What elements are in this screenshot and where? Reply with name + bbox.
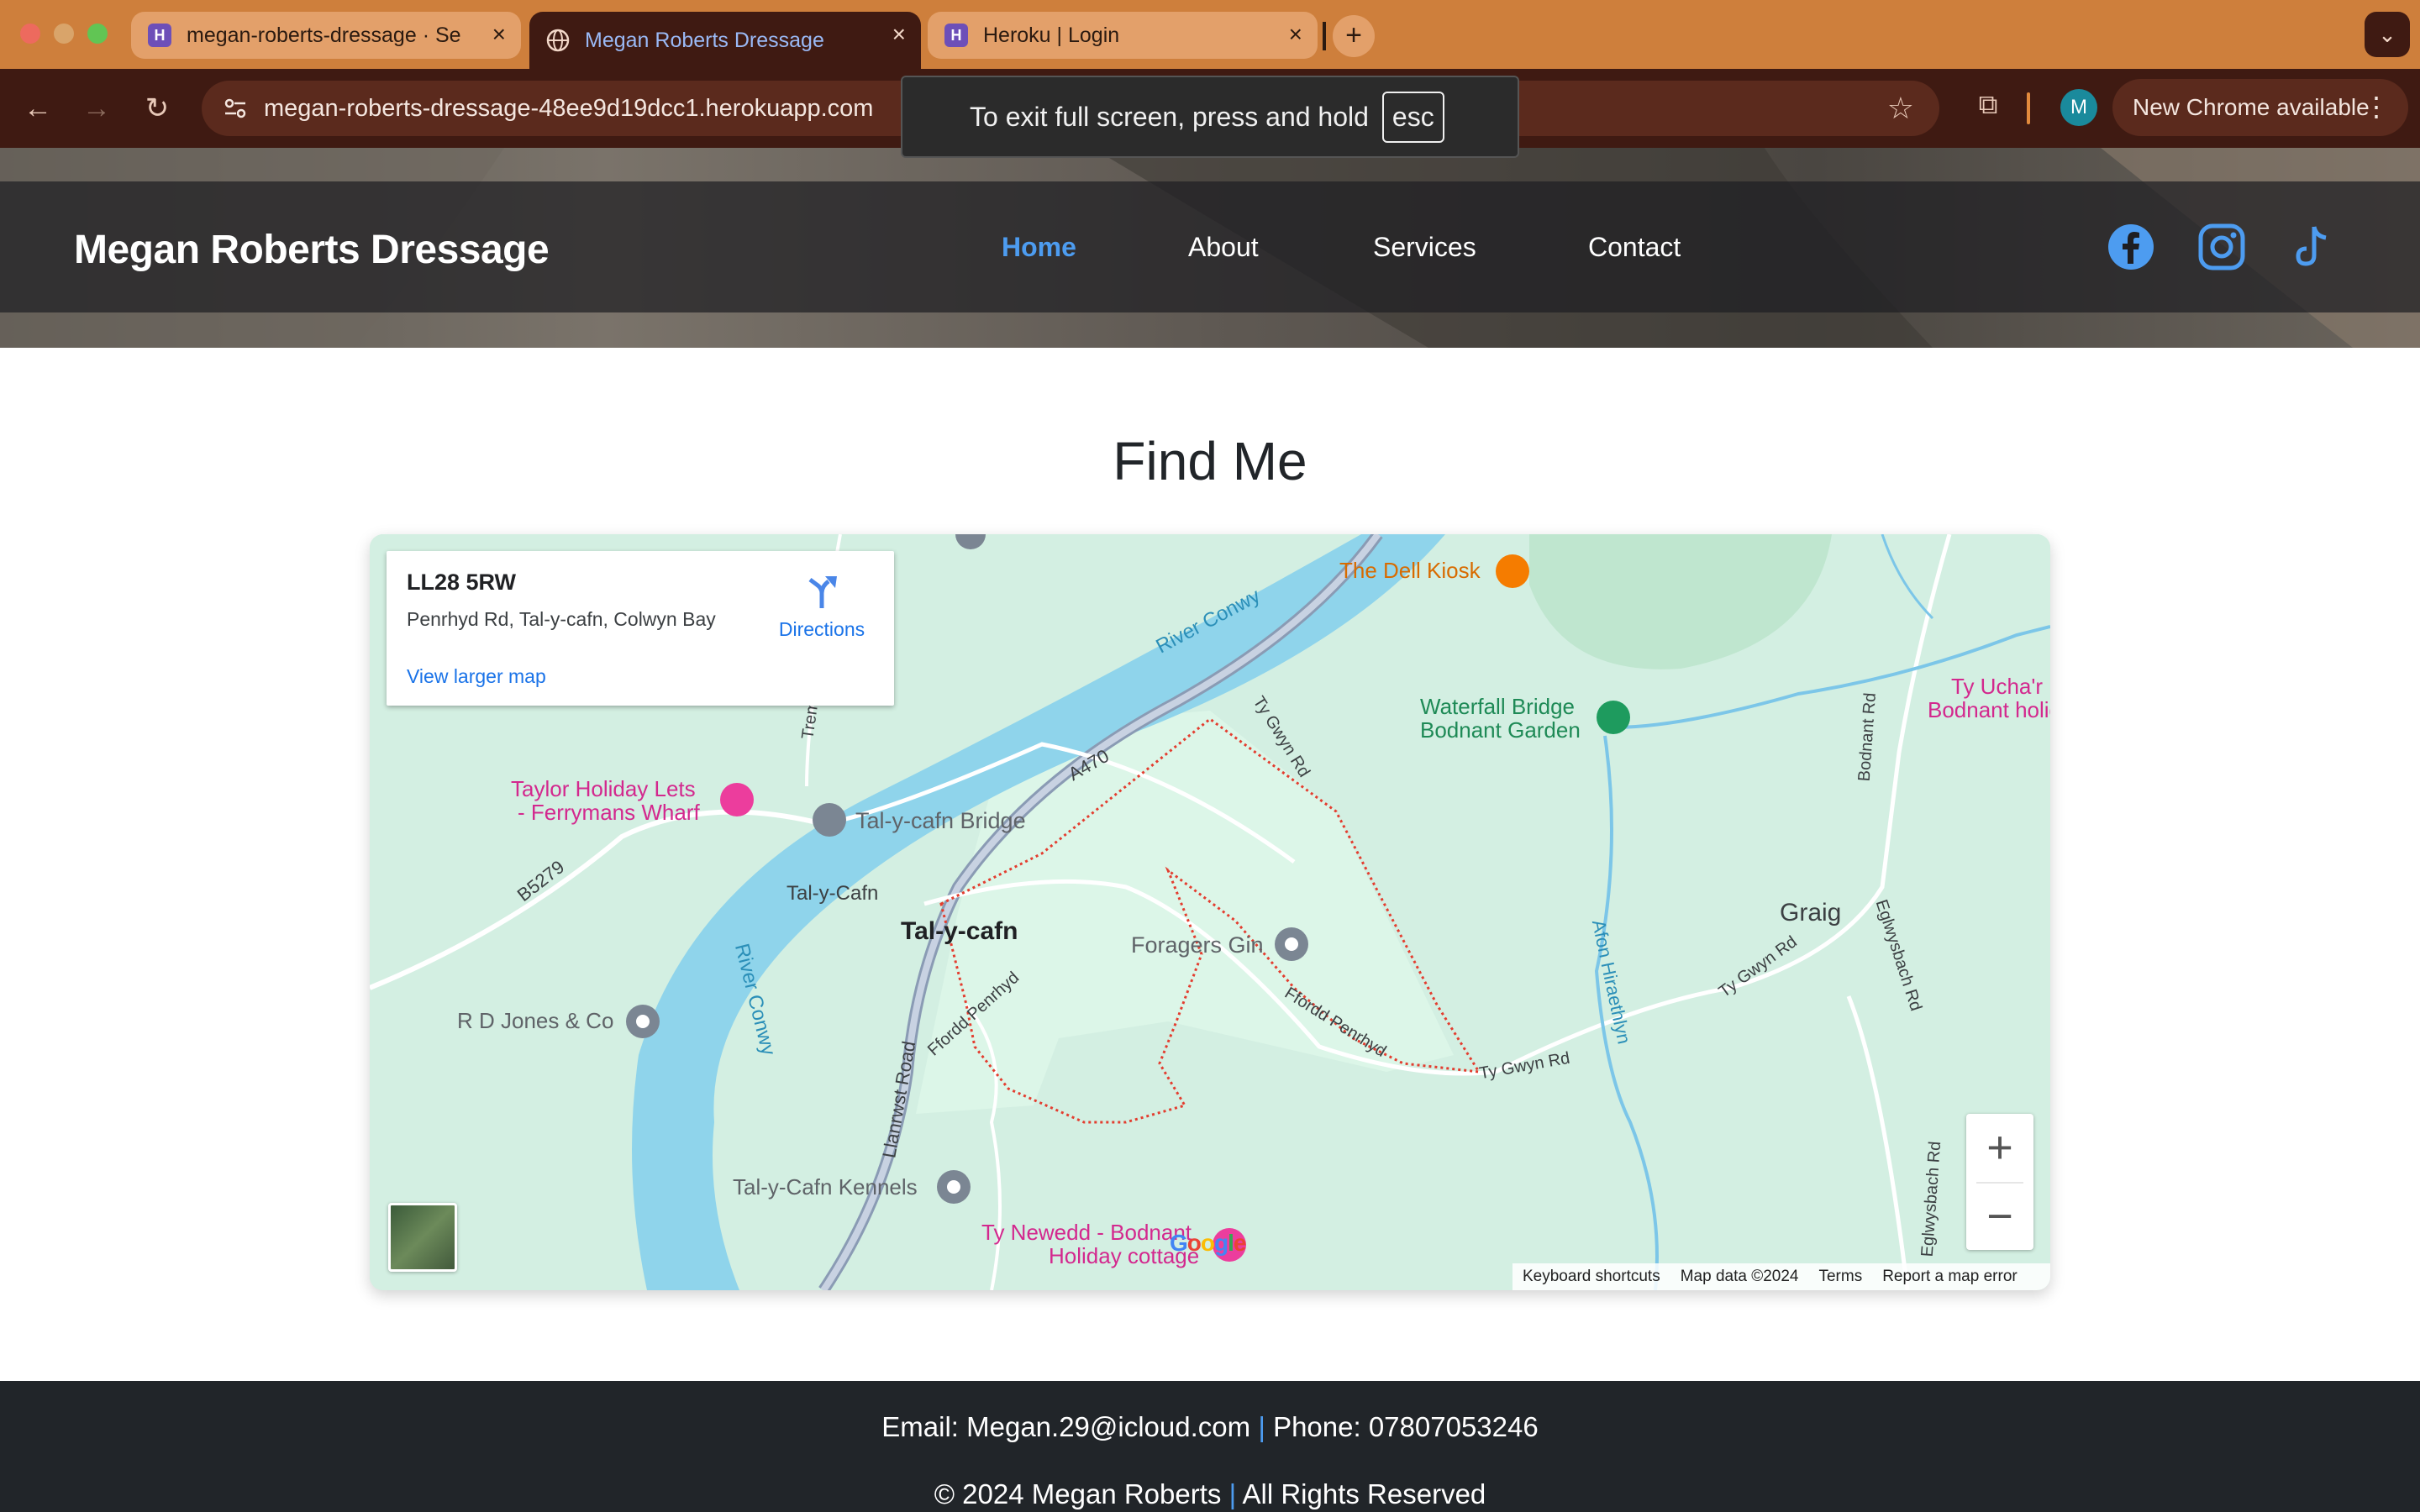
site-info-icon[interactable] [222,95,249,122]
map-pin-rd-jones-dot [636,1015,650,1028]
profile-avatar[interactable]: M [2060,89,2097,126]
close-window-button[interactable] [20,24,40,44]
menu-icon[interactable]: ⋮ [2363,91,2390,123]
tab-heroku-dashboard[interactable]: H megan-roberts-dressage · Se × [131,12,521,59]
reload-button[interactable]: ↻ [138,89,176,128]
report-map-error-link[interactable]: Report a map error [1882,1268,2018,1286]
footer-phone[interactable]: Phone: 07807053246 [1273,1411,1539,1442]
forward-button[interactable]: → [77,89,116,128]
toolbar-separator [2027,92,2030,124]
map-pin-dell-kiosk[interactable] [1496,554,1529,588]
maximize-window-button[interactable] [87,24,108,44]
map-pin-bridge[interactable] [813,803,846,837]
footer-email[interactable]: Email: Megan.29@icloud.com [881,1411,1250,1442]
label-ty-ucha-1: Ty Ucha'r [1951,674,2043,699]
map-pin-graic[interactable] [1275,927,1308,961]
tab-title: Megan Roberts Dressage [585,28,824,52]
section-title: Find Me [1113,431,1307,491]
footer: Email: Megan.29@icloud.com | Phone: 0780… [0,1381,2420,1512]
fullscreen-notice: To exit full screen, press and hold esc [901,76,1519,158]
terms-link[interactable]: Terms [1818,1268,1862,1286]
fullscreen-notice-text: To exit full screen, press and hold [970,101,1369,132]
tab-title: megan-roberts-dressage · Se [187,23,461,47]
directions-link[interactable]: Directions [771,618,872,641]
zoom-in-button[interactable]: + [1966,1114,2033,1181]
label-waterfall-2: Bodnant Garden [1420,717,1581,743]
map-info-card: LL28 5RW Penrhyd Rd, Tal-y-cafn, Colwyn … [387,551,894,706]
label-foragers: Foragers Gin [1131,932,1264,958]
map-attribution: Keyboard shortcuts Map data ©2024 Terms … [1512,1263,2050,1290]
facebook-icon[interactable] [2106,222,2156,272]
label-tal-town: Tal-y-cafn [901,917,1018,945]
satellite-toggle[interactable] [388,1203,457,1272]
update-label: New Chrome available [2133,94,2370,120]
header-hero: Megan Roberts Dressage Home About Servic… [0,148,2420,348]
heroku-icon: H [148,24,171,47]
nav-services[interactable]: Services [1373,232,1476,263]
extensions-icon[interactable]: ⧉ [1970,89,2007,126]
url-text: megan-roberts-dressage-48ee9d19dcc1.hero… [264,94,874,122]
new-tab-button[interactable]: + [1333,15,1375,57]
site-brand[interactable]: Megan Roberts Dressage [74,227,550,273]
footer-contact: Email: Megan.29@icloud.com | Phone: 0780… [0,1411,2420,1443]
close-tab-icon[interactable]: × [492,22,506,47]
bookmark-star-icon[interactable]: ☆ [1887,91,1914,126]
esc-key: esc [1381,91,1444,143]
view-larger-map-link[interactable]: View larger map [407,665,546,688]
label-ty-newedd-1: Ty Newedd - Bodnant [981,1220,1192,1245]
tab-strip: H megan-roberts-dressage · Se × Megan Ro… [0,0,2420,69]
instagram-icon[interactable] [2196,222,2247,272]
map-pin-taylor[interactable] [720,783,754,816]
tab-title: Heroku | Login [983,23,1120,47]
map-pin-kennels-dot [947,1180,960,1194]
minimize-window-button[interactable] [54,24,74,44]
map-address: Penrhyd Rd, Tal-y-cafn, Colwyn Bay [407,608,716,630]
label-waterfall-1: Waterfall Bridge [1420,694,1575,719]
map-pin-waterfall[interactable] [1597,701,1630,734]
heroku-icon: H [944,24,968,47]
back-button[interactable]: ← [18,89,57,128]
tab-megan-roberts-dressage[interactable]: Megan Roberts Dressage × [529,12,921,69]
keyboard-shortcuts-link[interactable]: Keyboard shortcuts [1523,1268,1660,1286]
close-tab-icon[interactable]: × [1289,22,1302,47]
label-taylor-2: - Ferrymans Wharf [518,800,700,825]
label-tal-station: Tal-y-Cafn [786,882,879,905]
nav-about[interactable]: About [1188,232,1259,263]
tab-divider [1323,22,1326,50]
map-data-text: Map data ©2024 [1680,1268,1799,1285]
footer-separator: | [1258,1411,1265,1442]
embedded-map[interactable]: River Conwy River Conwy A470 B5279 Ty Gw… [370,534,2050,1290]
tab-search-button[interactable]: ⌄ [2365,12,2410,57]
tiktok-icon[interactable] [2287,222,2338,272]
label-tal-bridge: Tal-y-cafn Bridge [855,808,1026,833]
label-ty-ucha-2: Bodnant holiday [1928,697,2050,722]
navbar: Megan Roberts Dressage Home About Servic… [0,181,2420,312]
nav-home[interactable]: Home [1002,232,1076,263]
update-chrome-button[interactable]: New Chrome available ⋮ [2112,79,2408,136]
map-postcode: LL28 5RW [407,570,517,595]
label-taylor-1: Taylor Holiday Lets [511,776,696,801]
close-tab-icon[interactable]: × [892,22,906,47]
chevron-down-icon: ⌄ [2378,22,2396,47]
tab-heroku-login[interactable]: H Heroku | Login × [928,12,1318,59]
google-logo: Google [1170,1230,1246,1256]
zoom-out-button[interactable]: − [1966,1183,2033,1250]
label-dell-kiosk: The Dell Kiosk [1339,558,1481,583]
footer-separator-2: | [1228,1478,1237,1509]
label-rd-jones: R D Jones & Co [457,1008,614,1033]
footer-copyright: © 2024 Megan Roberts | All Rights Reserv… [0,1478,2420,1510]
copyright-text: © 2024 Megan Roberts [934,1478,1222,1509]
label-graig: Graig [1780,899,1842,927]
globe-icon [546,29,570,52]
nav-contact[interactable]: Contact [1588,232,1681,263]
rights-text: All Rights Reserved [1242,1478,1486,1509]
label-kennels: Tal-y-Cafn Kennels [733,1174,918,1200]
zoom-control: + − [1966,1114,2033,1250]
directions-icon[interactable] [803,573,840,610]
